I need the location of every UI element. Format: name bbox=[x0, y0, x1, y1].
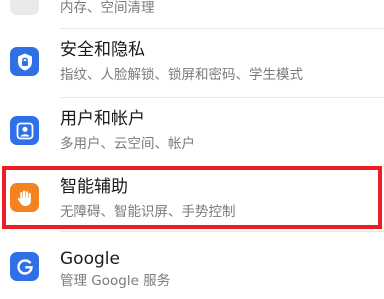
settings-item-smart-assist-subtitle: 无障碍、智能识屏、手势控制 bbox=[60, 204, 236, 220]
settings-item-users[interactable]: 用户和帐户 多用户、云空间、帐户 bbox=[0, 98, 384, 166]
settings-item-smart-assist-title: 智能辅助 bbox=[60, 177, 128, 197]
settings-item-storage[interactable]: 内存、空间清理 bbox=[0, 0, 384, 30]
settings-item-security-subtitle: 指纹、人脸解锁、锁屏和密码、学生模式 bbox=[60, 67, 303, 83]
settings-item-google[interactable]: Google 管理 Google 服务 bbox=[0, 232, 384, 299]
settings-item-google-title: Google bbox=[60, 249, 120, 269]
storage-icon bbox=[10, 0, 39, 15]
user-icon bbox=[10, 116, 39, 145]
settings-item-users-subtitle: 多用户、云空间、帐户 bbox=[60, 136, 195, 152]
settings-screen: 内存、空间清理 安全和隐私 指纹、人脸解锁、锁屏和密码、学生模式 用户和帐户 多… bbox=[0, 0, 384, 299]
google-icon bbox=[10, 252, 39, 281]
settings-item-google-subtitle: 管理 Google 服务 bbox=[60, 273, 171, 289]
settings-item-users-title: 用户和帐户 bbox=[60, 109, 145, 129]
settings-item-security-title: 安全和隐私 bbox=[60, 40, 145, 60]
settings-item-storage-subtitle: 内存、空间清理 bbox=[60, 0, 155, 16]
shield-icon bbox=[10, 47, 39, 76]
settings-item-security[interactable]: 安全和隐私 指纹、人脸解锁、锁屏和密码、学生模式 bbox=[0, 29, 384, 97]
settings-item-smart-assist[interactable]: 智能辅助 无障碍、智能识屏、手势控制 bbox=[0, 167, 384, 230]
hand-icon bbox=[10, 183, 39, 212]
